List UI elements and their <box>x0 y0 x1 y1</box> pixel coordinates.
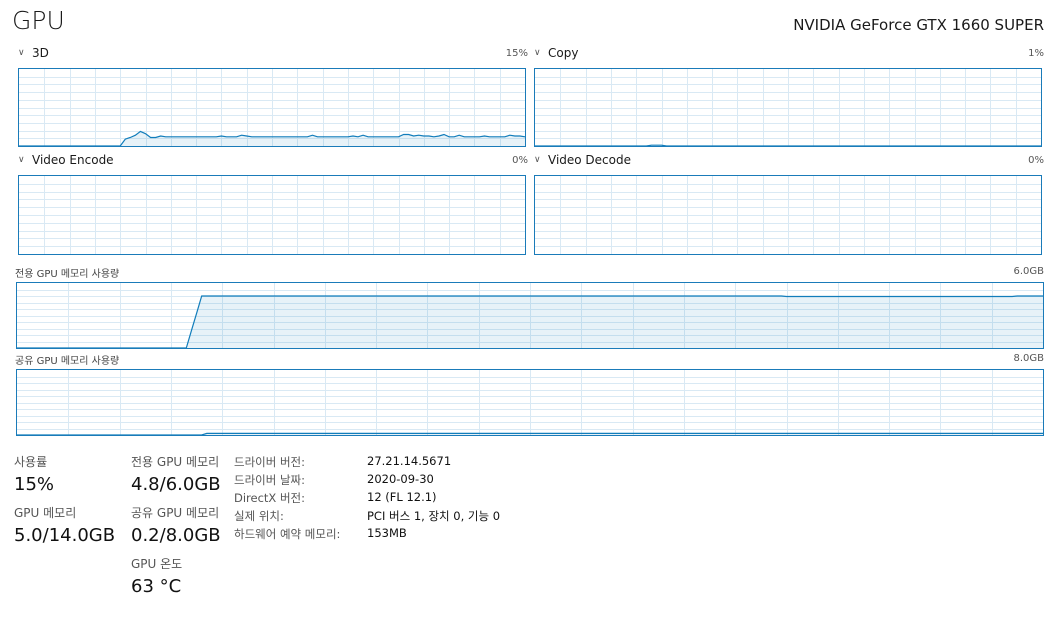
driver-version-label: 드라이버 버전: <box>234 455 306 469</box>
engine-selector-video-encode[interactable]: ∨ Video Encode <box>18 153 114 167</box>
shared-memory-graph-label: 공유 GPU 메모리 사용량 <box>15 356 120 367</box>
engine-name-video-decode: Video Decode <box>548 153 631 167</box>
graph-dedicated-memory-svg <box>17 283 1043 348</box>
usage-label: 사용률 <box>14 455 48 469</box>
graph-copy-svg <box>535 69 1041 146</box>
graph-video-encode <box>18 175 526 255</box>
graph-shared-memory <box>16 369 1044 436</box>
page-title: GPU <box>12 6 65 35</box>
graph-video-decode <box>534 175 1042 255</box>
graph-copy <box>534 68 1042 147</box>
chevron-down-icon: ∨ <box>18 155 25 165</box>
dedicated-memory-value: 4.8/6.0GB <box>131 474 221 495</box>
graph-3d-svg <box>19 69 525 146</box>
engine-name-copy: Copy <box>548 46 579 60</box>
engine-selector-copy[interactable]: ∨ Copy <box>534 46 578 60</box>
engine-selector-3d[interactable]: ∨ 3D <box>18 46 49 60</box>
gpu-memory-label: GPU 메모리 <box>14 506 77 520</box>
shared-memory-label: 공유 GPU 메모리 <box>131 506 220 520</box>
graph-3d <box>18 68 526 147</box>
engine-name-3d: 3D <box>32 46 49 60</box>
engine-percent-video-decode: 0% <box>1028 155 1044 166</box>
gpu-memory-value: 5.0/14.0GB <box>14 525 116 546</box>
physical-location-label: 실제 위치: <box>234 509 284 523</box>
graph-video-encode-svg <box>19 176 525 254</box>
gpu-temperature-label: GPU 온도 <box>131 557 183 571</box>
chevron-down-icon: ∨ <box>534 48 541 58</box>
shared-memory-value: 0.2/8.0GB <box>131 525 221 546</box>
graph-shared-memory-svg <box>17 370 1043 435</box>
graph-dedicated-memory <box>16 282 1044 349</box>
adapter-name: NVIDIA GeForce GTX 1660 SUPER <box>793 16 1044 34</box>
directx-version-value: 12 (FL 12.1) <box>367 490 437 504</box>
gpu-temperature-value: 63 °C <box>131 576 182 597</box>
dedicated-memory-graph-label: 전용 GPU 메모리 사용량 <box>15 269 120 280</box>
chevron-down-icon: ∨ <box>534 155 541 165</box>
engine-name-video-encode: Video Encode <box>32 153 114 167</box>
physical-location-value: PCI 버스 1, 장치 0, 기능 0 <box>367 509 501 523</box>
shared-memory-max: 8.0GB <box>1013 353 1044 364</box>
engine-percent-copy: 1% <box>1028 48 1044 59</box>
driver-version-value: 27.21.14.5671 <box>367 454 452 468</box>
driver-date-value: 2020-09-30 <box>367 472 434 486</box>
engine-percent-3d: 15% <box>505 48 528 59</box>
graph-video-decode-svg <box>535 176 1041 254</box>
engine-percent-video-encode: 0% <box>512 155 528 166</box>
dedicated-memory-label: 전용 GPU 메모리 <box>131 455 220 469</box>
usage-value: 15% <box>14 474 55 495</box>
directx-version-label: DirectX 버전: <box>234 491 306 505</box>
chevron-down-icon: ∨ <box>18 48 25 58</box>
dedicated-memory-max: 6.0GB <box>1013 266 1044 277</box>
hardware-reserved-memory-value: 153MB <box>367 526 407 540</box>
engine-selector-video-decode[interactable]: ∨ Video Decode <box>534 153 631 167</box>
hardware-reserved-memory-label: 하드웨어 예약 메모리: <box>234 527 341 541</box>
driver-date-label: 드라이버 날짜: <box>234 473 306 487</box>
